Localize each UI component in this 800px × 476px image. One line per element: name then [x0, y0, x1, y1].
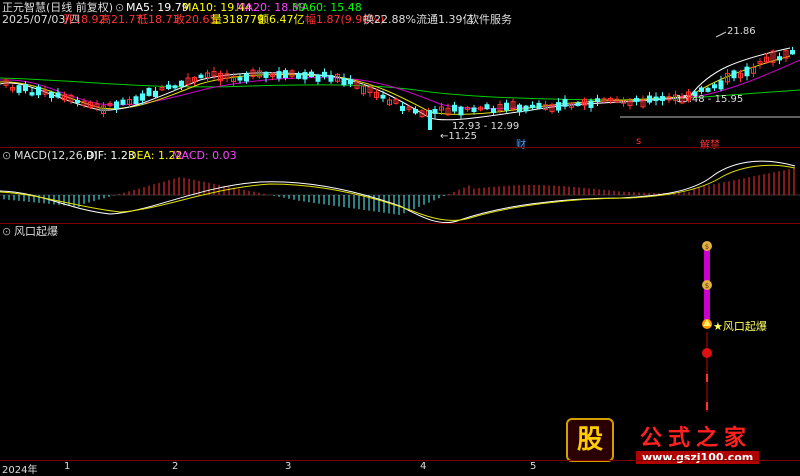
time-axis-tick-2: 2 — [172, 461, 179, 472]
time-axis-tick-1: 1 — [64, 461, 71, 472]
candle-body — [322, 71, 327, 77]
candle-body — [380, 94, 386, 99]
candle-body — [283, 70, 288, 79]
candle-body — [660, 96, 665, 101]
candle-body — [146, 87, 152, 96]
candle-body — [400, 105, 405, 112]
candle-body — [452, 104, 457, 112]
candle-body — [23, 84, 28, 92]
candle-body — [348, 79, 353, 85]
svg-text:$: $ — [705, 243, 709, 251]
candle-body — [309, 71, 314, 78]
candle-body — [562, 98, 568, 107]
candle-body — [140, 93, 145, 101]
candle-body — [75, 99, 80, 104]
watermark-url: www.gszj100.com — [636, 451, 760, 464]
candle-body — [198, 74, 204, 79]
signal-label-text: 风口起爆 — [722, 320, 767, 333]
candle-body — [16, 85, 22, 93]
candle-body — [413, 108, 418, 114]
signal-label: ★风口起爆 — [713, 320, 767, 333]
candle-body — [699, 87, 704, 92]
candle-body — [120, 99, 126, 105]
candle-body — [55, 92, 61, 98]
time-axis-year: 2024年 — [2, 465, 38, 476]
watermark-logo: 股 — [566, 418, 614, 462]
candle-body — [428, 110, 432, 130]
low-price-value: 11.25 — [448, 131, 478, 142]
candle-body — [172, 85, 178, 89]
candle-body — [179, 80, 184, 87]
candle-body — [471, 107, 477, 112]
dif-line — [0, 160, 796, 224]
candle-body — [237, 77, 243, 81]
candle-body — [517, 104, 522, 113]
candle-body — [718, 80, 724, 90]
candle-body — [484, 104, 490, 110]
candle-body — [653, 96, 659, 102]
up-arrow-icon — [702, 348, 712, 358]
candle-body — [315, 74, 321, 82]
candle-body — [328, 74, 334, 82]
low-price-label: ←11.25 — [440, 131, 478, 142]
range-label-upper: 15.48 - 15.95 — [676, 94, 744, 105]
time-axis-line — [0, 460, 800, 461]
candle-body — [647, 95, 652, 103]
candle-body — [712, 84, 717, 89]
dea-line — [0, 164, 796, 221]
candle-body — [491, 108, 496, 114]
candle-body — [458, 106, 464, 116]
macd-chart[interactable] — [0, 148, 800, 228]
candle-body — [296, 73, 301, 79]
candle-body — [634, 98, 639, 102]
candle-body — [595, 98, 600, 103]
high-pointer — [715, 31, 727, 38]
candle-body — [705, 87, 711, 92]
candle-body — [276, 71, 282, 79]
candle-body — [166, 84, 171, 90]
time-axis-tick-4: 4 — [420, 461, 427, 472]
time-axis-tick-3: 3 — [285, 461, 292, 472]
candle-body — [744, 66, 750, 77]
time-axis-tick-5: 5 — [530, 461, 537, 472]
high-price-label: 21.86 — [727, 26, 756, 37]
candle-body — [263, 71, 269, 78]
candle-body — [536, 102, 542, 109]
candle-body — [523, 105, 529, 112]
candle-body — [244, 73, 249, 82]
candle-body — [114, 101, 119, 109]
candle-body — [341, 77, 347, 86]
candle-body — [49, 91, 54, 99]
svg-text:$: $ — [705, 282, 709, 290]
candle-body — [731, 70, 737, 79]
candle-body — [29, 92, 35, 96]
candle-body — [153, 90, 158, 98]
candle-body — [588, 100, 594, 108]
candle-body — [133, 96, 139, 105]
candle-body — [530, 104, 535, 108]
candle-body — [556, 102, 561, 111]
watermark-site-name: 公式之家 — [640, 426, 753, 451]
candle-body — [790, 50, 795, 55]
candle-body — [432, 109, 438, 114]
s-marker[interactable]: s — [636, 136, 641, 147]
candle-body — [504, 102, 509, 111]
candle-body — [575, 102, 581, 107]
candle-body — [777, 56, 782, 61]
candle-body — [302, 72, 308, 80]
candle-body — [36, 86, 41, 96]
price-chart[interactable] — [0, 0, 800, 148]
